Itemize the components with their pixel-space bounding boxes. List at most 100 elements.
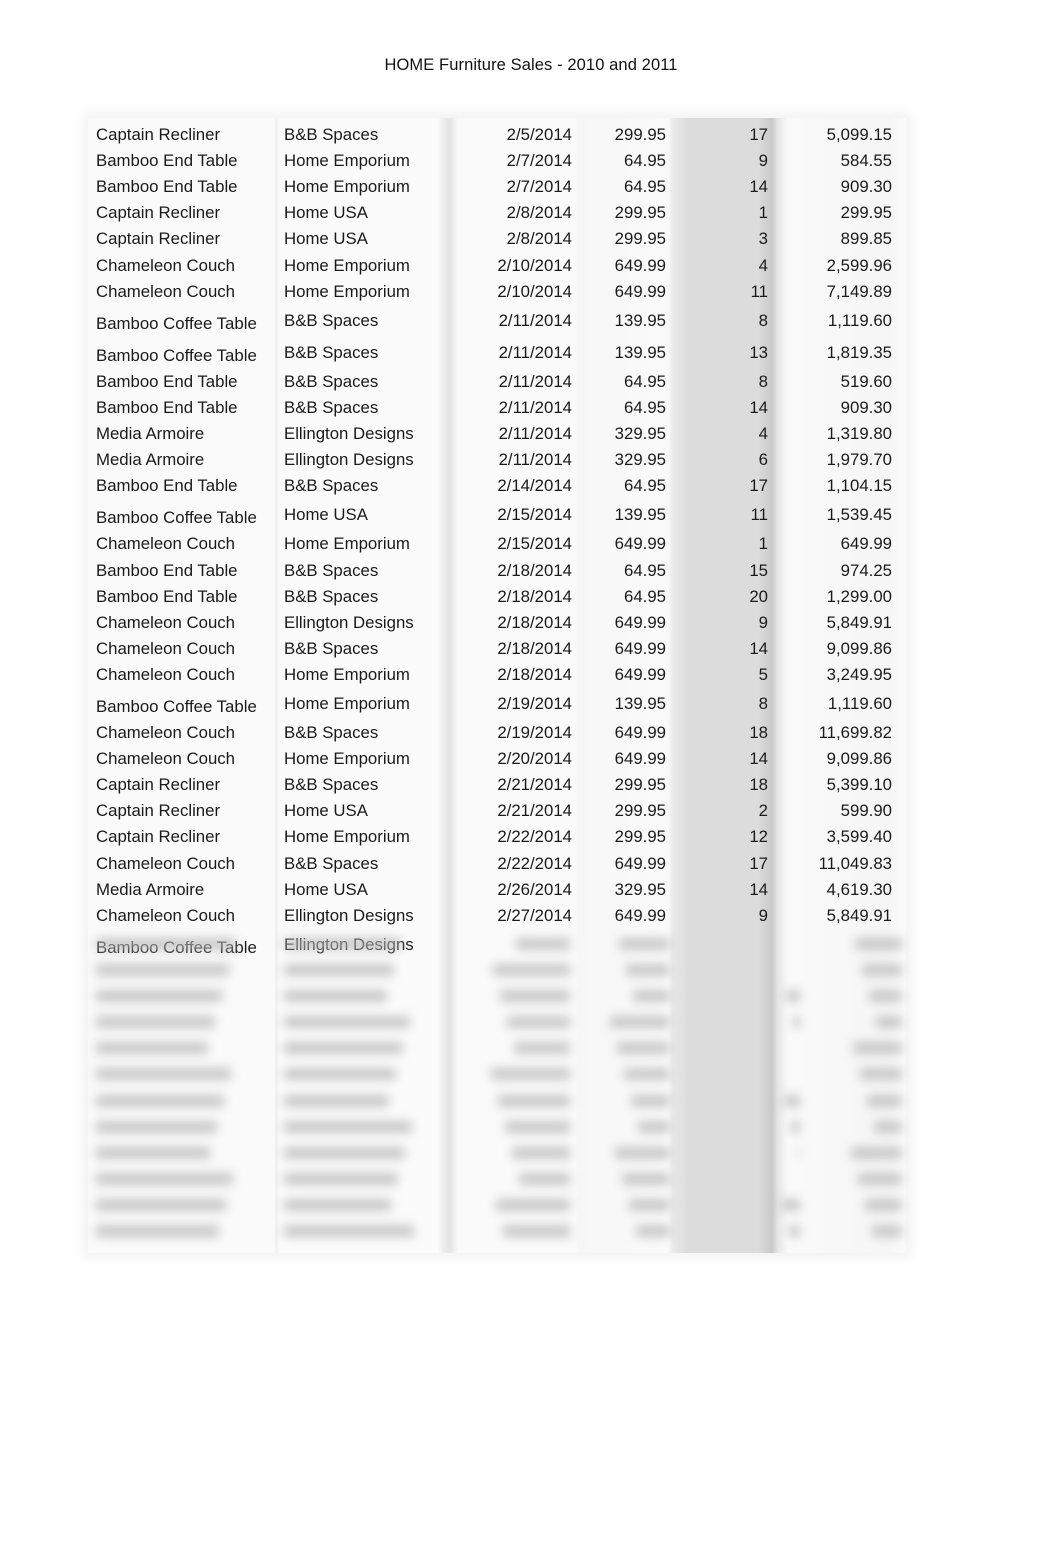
quantity-cell: 17 — [749, 125, 768, 145]
customer-cell: B&B Spaces — [284, 397, 379, 417]
customer-cell: Home Emporium — [284, 827, 410, 847]
quantity-cell: 20 — [749, 586, 768, 606]
table-row: Media Armoire Ellington Designs 2/11/2014 3… — [96, 447, 892, 473]
blurred-cell — [865, 1198, 902, 1211]
customer-cell: B&B Spaces — [284, 310, 379, 330]
total-cell: 899.85 — [840, 229, 892, 249]
unit-price-cell: 139.95 — [614, 342, 666, 362]
customer-cell: B&B Spaces — [284, 853, 379, 873]
blurred-row — [90, 1139, 904, 1165]
customer-cell: B&B Spaces — [284, 638, 379, 658]
blurred-row — [90, 1165, 904, 1191]
quantity-cell: 1 — [758, 203, 768, 223]
total-cell: 5,399.10 — [826, 775, 892, 795]
product-cell: Captain Recliner — [96, 203, 221, 223]
blurred-cell — [519, 1172, 570, 1185]
customer-cell: B&B Spaces — [284, 775, 379, 795]
blurred-cell — [512, 1146, 570, 1159]
date-cell: 2/18/2014 — [497, 560, 572, 580]
blurred-cell — [631, 1094, 670, 1107]
blurred-cell — [96, 1198, 226, 1211]
quantity-cell: 9 — [758, 905, 768, 925]
total-cell: 5,849.91 — [826, 612, 892, 632]
table-row: Chameleon Couch B&B Spaces 2/22/2014 649.99… — [96, 851, 892, 877]
blurred-cell — [858, 1172, 902, 1185]
total-cell: 299.95 — [840, 203, 892, 223]
product-cell: Bamboo End Table — [96, 371, 238, 391]
quantity-cell: 8 — [758, 371, 768, 391]
table-row: Bamboo Coffee Table Home USA 2/15/2014 139.… — [96, 499, 892, 531]
unit-price-cell: 299.95 — [614, 801, 666, 821]
unit-price-cell: 329.95 — [614, 424, 666, 444]
quantity-cell: 14 — [749, 397, 768, 417]
blurred-cell — [862, 964, 902, 977]
blurred-cell — [633, 990, 670, 1003]
product-cell: Bamboo End Table — [96, 151, 238, 171]
blurred-cell — [789, 1225, 800, 1238]
table-row: Chameleon Couch Home Emporium 2/20/2014 649… — [96, 746, 892, 772]
unit-price-cell: 649.99 — [614, 853, 666, 873]
unit-price-cell: 329.95 — [614, 450, 666, 470]
customer-cell: B&B Spaces — [284, 125, 379, 145]
unit-price-cell: 649.99 — [614, 612, 666, 632]
product-cell: Chameleon Couch — [96, 749, 235, 769]
table-row: Bamboo End Table Home Emporium 2/7/2014 64.… — [96, 174, 892, 200]
blurred-cell — [96, 1068, 231, 1081]
total-cell: 1,319.80 — [826, 424, 892, 444]
customer-cell: Home Emporium — [284, 534, 410, 554]
customer-cell: Home USA — [284, 203, 368, 223]
unit-price-cell: 299.95 — [614, 203, 666, 223]
date-cell: 2/11/2014 — [498, 450, 572, 470]
unit-price-cell: 139.95 — [614, 310, 666, 330]
customer-cell: Home USA — [284, 505, 368, 525]
total-cell: 9,099.86 — [826, 638, 892, 658]
quantity-cell: 9 — [758, 151, 768, 171]
blurred-cell — [624, 1068, 670, 1081]
date-cell: 2/18/2014 — [497, 612, 572, 632]
table-row: Bamboo End Table B&B Spaces 2/14/2014 64.95… — [96, 473, 892, 499]
blurred-cell — [493, 964, 570, 977]
date-cell: 2/18/2014 — [497, 638, 572, 658]
blurred-cell — [626, 964, 670, 977]
blurred-cell — [615, 1146, 670, 1159]
quantity-cell: 4 — [758, 424, 768, 444]
customer-cell: Home USA — [284, 801, 368, 821]
product-cell: Bamboo Coffee Table — [96, 697, 257, 717]
product-cell: Chameleon Couch — [96, 723, 235, 743]
customer-cell: Ellington Designs — [284, 905, 414, 925]
customer-cell: Ellington Designs — [284, 424, 414, 444]
quantity-cell: 3 — [758, 229, 768, 249]
blurred-row — [90, 1191, 904, 1217]
blurred-cell — [791, 1120, 800, 1133]
date-cell: 2/18/2014 — [497, 664, 572, 684]
product-cell: Chameleon Couch — [96, 534, 235, 554]
blurred-cell — [516, 938, 570, 950]
unit-price-cell: 299.95 — [614, 775, 666, 795]
blurred-cell — [629, 1198, 670, 1211]
unit-price-cell: 649.99 — [614, 664, 666, 684]
blurred-cell — [496, 1198, 570, 1211]
total-cell: 11,699.82 — [818, 723, 892, 743]
quantity-cell: 11 — [750, 281, 768, 301]
customer-cell: Home Emporium — [284, 749, 410, 769]
table-row: Bamboo End Table Home Emporium 2/7/2014 64.… — [96, 148, 892, 174]
total-cell: 909.30 — [840, 397, 892, 417]
total-cell: 11,049.83 — [818, 853, 892, 873]
total-cell: 3,599.40 — [826, 827, 892, 847]
blurred-cell — [855, 938, 902, 950]
blurred-cell — [284, 938, 401, 950]
total-cell: 2,599.96 — [826, 255, 892, 275]
blurred-cell — [876, 1016, 902, 1029]
total-cell: 909.30 — [840, 177, 892, 197]
blurred-row — [90, 1087, 904, 1113]
total-cell: 599.90 — [840, 801, 892, 821]
unit-price-cell: 139.95 — [614, 505, 666, 525]
date-cell: 2/5/2014 — [506, 125, 572, 145]
product-cell: Chameleon Couch — [96, 255, 235, 275]
blurred-cell — [96, 990, 222, 1003]
table-row: Chameleon Couch Home Emporium 2/10/2014 649… — [96, 279, 892, 305]
quantity-cell: 6 — [758, 450, 768, 470]
unit-price-cell: 299.95 — [614, 125, 666, 145]
blurred-cell — [284, 1094, 389, 1107]
quantity-cell: 4 — [758, 255, 768, 275]
